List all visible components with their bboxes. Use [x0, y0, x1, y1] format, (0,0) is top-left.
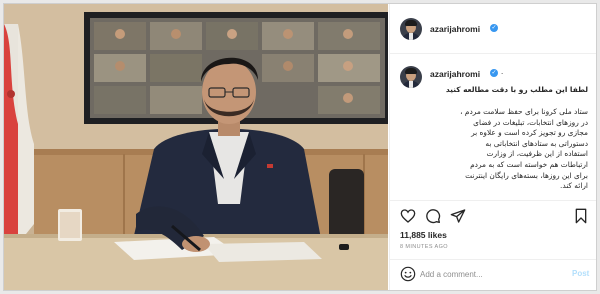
post-timestamp[interactable]: 8 MINUTES AGO — [400, 244, 448, 250]
caption-verified-badge-icon: ✓ — [490, 69, 498, 77]
caption-line: در روزهای انتخابات، تبلیغات در فضای — [473, 117, 588, 127]
comment-input[interactable] — [420, 267, 560, 281]
caption-separator: . — [501, 67, 504, 76]
caption-first-line: لطفا این مطلب رو با دقت مطالعه کنید — [445, 85, 588, 94]
caption-line: ارائه کند. — [559, 181, 588, 191]
post-header: azarijahromi ✓ — [390, 4, 596, 54]
comment-bar: Post — [390, 259, 596, 289]
send-icon[interactable] — [450, 208, 466, 224]
caption-line: مجازی رو تجویز کرده است و علاوه بر — [471, 128, 588, 138]
smiley-icon[interactable] — [400, 266, 416, 282]
caption-line: استفاده از این ظرفیت، از وزارت — [486, 149, 588, 159]
heart-icon[interactable] — [400, 208, 416, 224]
post-caption: لطفا این مطلب رو با دقت مطالعه کنید ستاد… — [400, 84, 588, 192]
verified-badge-icon: ✓ — [490, 24, 498, 32]
comment-icon[interactable] — [425, 208, 441, 224]
post-side-panel: azarijahromi ✓ azarijahromi ✓ . لطفا این… — [389, 4, 596, 290]
post-actions: 11,885 likes 8 MINUTES AGO Post — [390, 200, 596, 290]
bookmark-icon[interactable] — [573, 208, 589, 224]
post-photo — [4, 4, 388, 290]
post-image — [4, 4, 388, 290]
like-count[interactable]: 11,885 likes — [400, 230, 447, 240]
caption-line: دستوراتی به ستادهای انتخاباتی به — [485, 138, 588, 148]
caption-line: ستاد ملی کرونا برای حفظ سلامت مردم ، — [460, 107, 588, 116]
author-username[interactable]: azarijahromi — [430, 24, 480, 34]
author-avatar[interactable] — [400, 18, 422, 40]
caption-line: ارتباطات هم خواسته است که به مردم — [470, 159, 588, 169]
instagram-post-window: azarijahromi ✓ azarijahromi ✓ . لطفا این… — [3, 3, 597, 291]
caption-line: برای این روزها، بسته‌های رایگان اینترنت — [465, 170, 588, 180]
caption-username[interactable]: azarijahromi — [430, 69, 480, 79]
post-comment-button[interactable]: Post — [572, 269, 589, 278]
